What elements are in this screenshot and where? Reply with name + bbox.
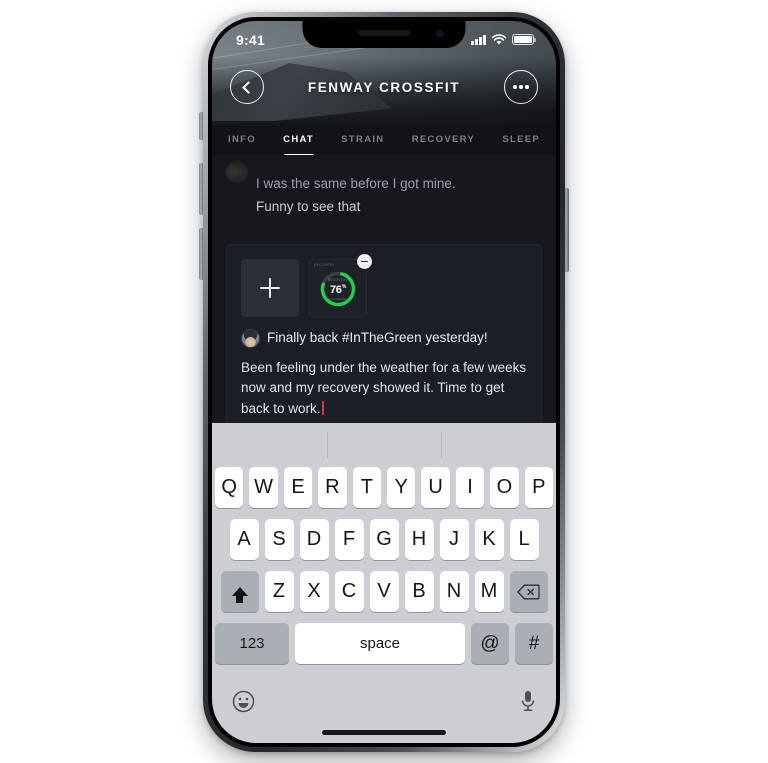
predictive-divider (441, 432, 443, 458)
at-key[interactable]: @ (471, 623, 509, 664)
composer-body-text: Been feeling under the weather for a few… (241, 360, 527, 416)
predictive-text-bar (212, 423, 556, 467)
avatar (226, 161, 248, 183)
tab-recovery[interactable]: RECOVERY (410, 127, 477, 156)
key-z[interactable]: Z (264, 571, 294, 612)
key-c[interactable]: C (334, 571, 364, 612)
back-button[interactable] (230, 70, 264, 104)
keyboard-row-2: A S D F G H J K L (212, 519, 556, 560)
device-notch (302, 21, 466, 48)
hash-key[interactable]: # (515, 623, 553, 664)
numeric-key[interactable]: 123 (215, 623, 289, 664)
key-b[interactable]: B (404, 571, 434, 612)
composer-text-input[interactable]: Been feeling under the weather for a few… (227, 348, 541, 433)
tab-label: STRAIN (341, 134, 385, 145)
home-indicator[interactable] (322, 730, 446, 735)
tab-label: INFO (228, 134, 256, 145)
key-l[interactable]: L (509, 519, 539, 560)
tab-strain[interactable]: STRAIN (339, 127, 386, 156)
message-meta (256, 159, 542, 170)
key-v[interactable]: V (369, 571, 399, 612)
tab-info[interactable]: INFO (226, 127, 258, 156)
key-e[interactable]: E (283, 467, 313, 508)
key-n[interactable]: N (439, 571, 469, 612)
microphone-icon (521, 690, 535, 711)
recovery-ring: RECOVERY 76% RECOVERED (318, 269, 358, 309)
tab-sleep[interactable]: SLEEP (500, 127, 542, 156)
add-attachment-button[interactable] (241, 259, 299, 317)
backspace-key[interactable] (509, 571, 548, 612)
key-f[interactable]: F (334, 519, 364, 560)
ring-top-label: RECOVERY (327, 278, 349, 283)
key-d[interactable]: D (299, 519, 329, 560)
attachment-row: RECOVERY RECOVERY 76% RECOVERED (227, 245, 541, 327)
shift-key-icon (231, 587, 248, 603)
remove-attachment-button[interactable] (357, 254, 372, 269)
back-chevron-icon (242, 80, 255, 94)
recovery-value: 76% (329, 283, 347, 296)
tab-chat[interactable]: CHAT (281, 127, 316, 156)
status-time: 9:41 (236, 31, 265, 48)
composer-first-line-row: Finally back #InTheGreen yesterday! (227, 327, 541, 348)
avatar (241, 329, 260, 348)
dictation-button[interactable] (520, 690, 536, 713)
cellular-signal-icon (471, 34, 486, 45)
tab-label: RECOVERY (411, 134, 476, 145)
keyboard-row-3: Z X C V B N M (212, 571, 556, 612)
key-u[interactable]: U (421, 467, 450, 508)
key-i[interactable]: I (455, 467, 485, 508)
key-r[interactable]: R (318, 467, 347, 508)
more-options-button[interactable] (504, 70, 538, 104)
ring-bottom-label: RECOVERED (326, 297, 350, 302)
emoji-keyboard-button[interactable] (232, 690, 255, 713)
screenshot-stage: FENWAY CROSSFIT 9:41 INFO CHAT STRAIN RE… (0, 0, 768, 763)
front-camera (436, 30, 444, 37)
phone-bezel: FENWAY CROSSFIT 9:41 INFO CHAT STRAIN RE… (208, 17, 560, 747)
key-s[interactable]: S (264, 519, 294, 560)
predictive-divider (326, 432, 328, 458)
key-j[interactable]: J (439, 519, 469, 560)
plus-icon (260, 278, 280, 298)
key-q[interactable]: Q (214, 467, 244, 508)
key-m[interactable]: M (474, 571, 504, 612)
tab-label: SLEEP (502, 134, 540, 145)
composer-first-line: Finally back #InTheGreen yesterday! (267, 330, 488, 346)
space-key[interactable]: space (295, 623, 465, 664)
remove-attachment-icon (361, 260, 368, 263)
emoji-keyboard-icon (232, 690, 255, 712)
battery-full-icon (512, 34, 536, 45)
chat-message: I was the same before I got mine. Funny … (212, 155, 556, 216)
navigation-bar: FENWAY CROSSFIT (212, 63, 556, 111)
key-a[interactable]: A (229, 519, 259, 560)
key-p[interactable]: P (524, 467, 554, 508)
key-w[interactable]: W (249, 467, 278, 508)
key-g[interactable]: G (369, 519, 399, 560)
section-tabs: INFO CHAT STRAIN RECOVERY SLEEP (212, 127, 556, 155)
backspace-key-icon (517, 584, 540, 600)
text-caret (321, 400, 324, 415)
key-t[interactable]: T (352, 467, 381, 508)
key-h[interactable]: H (404, 519, 434, 560)
phone-screen: FENWAY CROSSFIT 9:41 INFO CHAT STRAIN RE… (212, 21, 556, 743)
tab-label: CHAT (283, 134, 315, 145)
keyboard-row-1: Q W E R T Y U I O P (212, 467, 556, 508)
shift-key[interactable] (220, 571, 259, 612)
attachment-header-label: RECOVERY (314, 263, 335, 267)
page-title: FENWAY CROSSFIT (307, 79, 461, 95)
keyboard-row-4: 123 space @ # (212, 623, 556, 664)
recovery-attachment-thumbnail[interactable]: RECOVERY RECOVERY 76% RECOVERED (309, 254, 372, 317)
message-line: Funny to see that (256, 198, 361, 214)
earpiece-speaker (358, 30, 410, 36)
key-o[interactable]: O (490, 467, 519, 508)
wifi-icon (491, 33, 507, 44)
key-x[interactable]: X (299, 571, 329, 612)
keyboard-bottom-bar (212, 675, 556, 727)
more-options-icon (513, 85, 529, 89)
phone-device-frame: FENWAY CROSSFIT 9:41 INFO CHAT STRAIN RE… (203, 12, 565, 752)
status-indicators (471, 33, 536, 46)
key-k[interactable]: K (474, 519, 504, 560)
onscreen-keyboard: Q W E R T Y U I O P A S D F G H J K L Z … (212, 423, 556, 743)
message-line: I was the same before I got mine. (256, 176, 456, 191)
key-y[interactable]: Y (387, 467, 416, 508)
